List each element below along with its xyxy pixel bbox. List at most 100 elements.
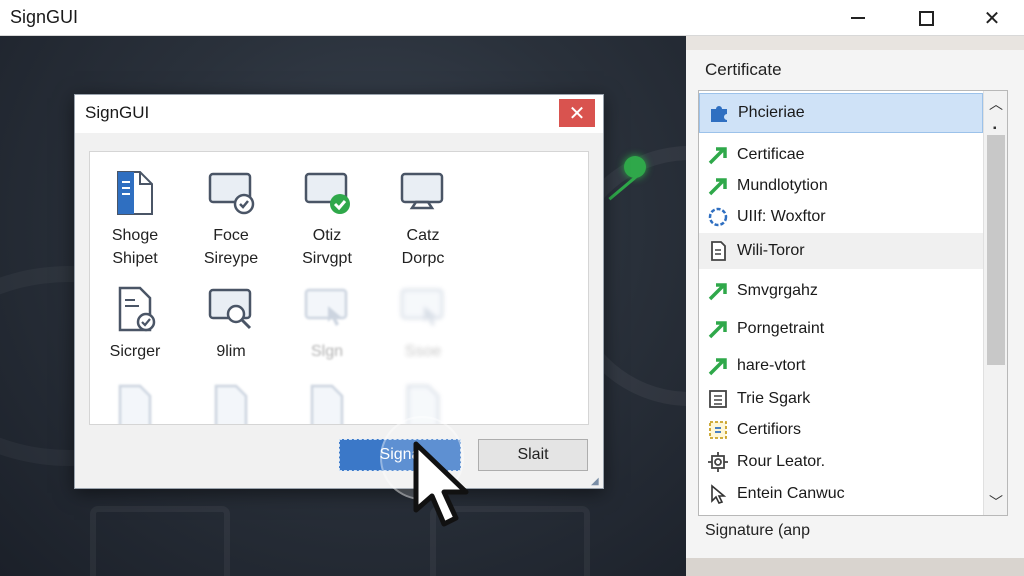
list-item-label: Entein Canwuc bbox=[737, 485, 845, 502]
certificate-panel: Certificate Phcieriae Certificae Mundlot… bbox=[686, 36, 1024, 576]
tile-item[interactable] bbox=[90, 382, 180, 424]
tile-label: Foce bbox=[213, 227, 249, 244]
document-icon bbox=[117, 171, 153, 215]
tile-item[interactable]: 9lim bbox=[186, 284, 276, 363]
list-item-label: Mundlotytion bbox=[737, 177, 828, 194]
resize-grip-icon[interactable]: ◢ bbox=[591, 476, 601, 487]
green-arrow-icon bbox=[707, 318, 729, 340]
dialog-titlebar: SignGUI ✕ bbox=[75, 95, 603, 133]
list-item-label: Porngetraint bbox=[737, 320, 825, 337]
dialog-close-button[interactable]: ✕ bbox=[559, 99, 595, 127]
list-item[interactable]: Rour Leator. bbox=[699, 446, 983, 478]
monitor-check-icon bbox=[208, 172, 255, 215]
tile-label: Sireype bbox=[203, 250, 259, 267]
tile-label: Sicrger bbox=[109, 343, 161, 360]
tile-label: Shipet bbox=[112, 250, 158, 267]
green-arrow-icon bbox=[707, 355, 729, 377]
window-titlebar: SignGUI ✕ bbox=[0, 0, 1024, 36]
list-item[interactable]: Wili-Toror bbox=[699, 233, 983, 269]
decorative-strip bbox=[686, 558, 1024, 576]
dashed-circle-icon bbox=[707, 206, 729, 228]
green-arrow-icon bbox=[707, 175, 729, 197]
list-item[interactable]: Porngetraint bbox=[699, 313, 983, 345]
chevron-up-icon[interactable]: ︿ bbox=[984, 93, 1008, 115]
monitor-tray-icon bbox=[400, 172, 444, 210]
window-title: SignGUI bbox=[10, 7, 79, 27]
list-item-label: Rour Leator. bbox=[737, 453, 826, 470]
list-item-label: Phcieriae bbox=[738, 104, 805, 121]
tile-label: Shoge bbox=[111, 227, 159, 244]
badge-icon bbox=[707, 419, 729, 441]
list-item[interactable]: Phcieriae bbox=[699, 93, 983, 133]
tile-label: 9lim bbox=[216, 343, 246, 360]
monitor-cursor-icon bbox=[304, 288, 348, 326]
window-close-button[interactable]: ✕ bbox=[958, 0, 1024, 36]
list-item[interactable]: Mundlotytion bbox=[699, 170, 983, 202]
tile-item[interactable]: Foce Sireype bbox=[186, 168, 276, 270]
green-arrow-icon bbox=[707, 144, 729, 166]
tile-item[interactable] bbox=[282, 382, 372, 424]
tile-item[interactable]: Shoge Shipet bbox=[90, 168, 180, 270]
cursor-icon bbox=[707, 483, 729, 505]
tile-item[interactable]: Slgn bbox=[282, 284, 372, 363]
list-item-label: Smvgrgahz bbox=[737, 282, 818, 299]
panel-footer: Signature (anp bbox=[705, 522, 810, 539]
tile-label: Sirvgpt bbox=[302, 250, 352, 267]
tile-grid: Shoge Shipet Foce Sireype Otiz Sirvgpt C… bbox=[89, 151, 589, 425]
scroll-thumb[interactable] bbox=[987, 135, 1005, 365]
decorative-tile bbox=[90, 506, 230, 576]
list-item-label: Wili-Toror bbox=[737, 242, 805, 259]
list-item[interactable]: Entein Canwuc bbox=[699, 478, 983, 510]
tile-label: Catz bbox=[406, 227, 440, 244]
list-icon bbox=[707, 388, 729, 410]
monitor-cursor-icon bbox=[400, 288, 444, 326]
signgui-dialog: SignGUI ✕ Shoge Shipet Foce Sireype Otiz… bbox=[74, 94, 604, 489]
list-scrollbar[interactable]: ︿ ▪ ﹀ bbox=[983, 91, 1007, 515]
tile-label: Slgn bbox=[310, 343, 344, 360]
close-icon: ✕ bbox=[568, 102, 586, 125]
minimize-icon bbox=[851, 17, 865, 19]
close-icon: ✕ bbox=[983, 7, 1001, 30]
list-item[interactable]: UIIf: Woxftor bbox=[699, 201, 983, 233]
monitor-search-icon bbox=[208, 288, 252, 330]
mouse-cursor-icon bbox=[413, 441, 469, 527]
status-dot-icon bbox=[624, 156, 646, 178]
list-item-label: Certificae bbox=[737, 146, 805, 163]
tile-label: Dorpc bbox=[401, 250, 445, 267]
tile-item[interactable]: Otiz Sirvgpt bbox=[282, 168, 372, 270]
start-button[interactable]: Slait bbox=[478, 439, 588, 471]
list-item[interactable]: Certifiors bbox=[699, 414, 983, 446]
list-item-label: Trie Sgark bbox=[737, 390, 811, 407]
document-icon bbox=[214, 384, 248, 424]
puzzle-icon bbox=[708, 102, 730, 124]
minimize-button[interactable] bbox=[824, 0, 892, 36]
green-arrow-icon bbox=[707, 280, 729, 302]
maximize-button[interactable] bbox=[892, 0, 960, 36]
tile-item[interactable]: Catz Dorpc bbox=[378, 168, 468, 270]
tile-label: Otiz bbox=[312, 227, 342, 244]
tile-item[interactable]: Ssoe bbox=[378, 284, 468, 363]
list-item[interactable]: Certificae bbox=[699, 139, 983, 171]
document-icon bbox=[118, 384, 152, 424]
list-item[interactable]: Trie Sgark bbox=[699, 383, 983, 415]
list-item-label: UIIf: Woxftor bbox=[737, 208, 826, 225]
certificate-list[interactable]: Phcieriae Certificae Mundlotytion UIIf: … bbox=[698, 90, 1008, 516]
decorative-strip bbox=[686, 36, 1024, 50]
dialog-title: SignGUI bbox=[85, 103, 150, 122]
scroll-indicator: ▪ bbox=[993, 123, 997, 134]
file-icon bbox=[707, 240, 729, 262]
maximize-icon bbox=[918, 10, 934, 26]
tile-item[interactable] bbox=[186, 382, 276, 424]
chevron-down-icon[interactable]: ﹀ bbox=[984, 491, 1008, 513]
tile-item[interactable]: Sicrger bbox=[90, 284, 180, 363]
list-item-label: Certifiors bbox=[737, 421, 802, 438]
list-item[interactable]: hare-vtort bbox=[699, 350, 983, 382]
tile-label: Ssoe bbox=[404, 343, 442, 360]
document-check-icon bbox=[118, 286, 156, 332]
monitor-green-check-icon bbox=[304, 172, 350, 214]
panel-header: Certificate bbox=[705, 60, 782, 79]
gear-icon bbox=[707, 451, 729, 473]
list-item-label: hare-vtort bbox=[737, 357, 806, 374]
list-item[interactable]: Smvgrgahz bbox=[699, 275, 983, 307]
document-icon bbox=[310, 384, 344, 424]
